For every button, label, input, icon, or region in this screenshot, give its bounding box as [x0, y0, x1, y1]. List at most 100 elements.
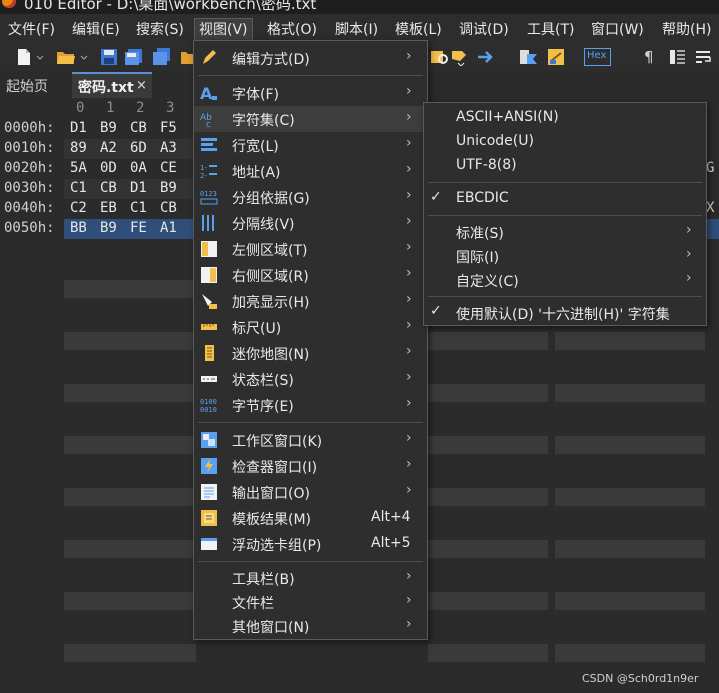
menu-item-minimap[interactable]: 迷你地图(N) › — [194, 340, 427, 366]
menu-file[interactable]: 文件(F) — [4, 18, 59, 42]
submenu-arrow-icon: › — [686, 222, 692, 238]
menu-item-workspace[interactable]: 工作区窗口(K) › — [194, 427, 427, 453]
hex-mode-button[interactable]: Hex — [584, 48, 611, 66]
columns-icon[interactable] — [669, 48, 687, 66]
empty-row-stripe — [64, 332, 196, 350]
menu-item-float-tabs[interactable]: 浮动选卡组(P) Alt+5 — [194, 531, 427, 557]
menu-item-other-windows[interactable]: 其他窗口(N) › — [194, 613, 427, 639]
hex-byte[interactable]: 0D — [100, 160, 117, 176]
hex-byte[interactable]: A3 — [160, 140, 177, 156]
find-icon[interactable] — [430, 48, 450, 66]
hex-row[interactable]: C1 CB D1 B9 — [64, 179, 196, 199]
menu-item-byte-order[interactable]: 0100 0010 字节序(E) › — [194, 392, 427, 418]
menu-item-label: 检查器窗口(I) — [232, 460, 318, 476]
menu-item-statusbar[interactable]: 状态栏(S) › — [194, 366, 427, 392]
hex-byte[interactable]: A2 — [100, 140, 117, 156]
hex-row[interactable]: 89 A2 6D A3 — [64, 139, 196, 159]
save-all-icon[interactable] — [152, 48, 172, 66]
hex-byte[interactable]: A1 — [160, 220, 177, 236]
menu-format[interactable]: 格式(O) — [263, 18, 321, 42]
menu-item-line-width[interactable]: 行宽(L) › — [194, 132, 427, 158]
menu-window[interactable]: 窗口(W) — [587, 18, 648, 42]
hex-byte[interactable]: 0A — [130, 160, 147, 176]
goto-arrow-icon[interactable] — [476, 48, 496, 66]
hex-byte[interactable]: 89 — [70, 140, 87, 156]
hex-byte[interactable]: C1 — [130, 200, 147, 216]
folder-icon[interactable] — [180, 48, 194, 66]
script-icon[interactable] — [547, 48, 567, 66]
tab-start-page[interactable]: 起始页 — [6, 76, 48, 96]
menu-item-group-by[interactable]: 0123 分组依据(G) › — [194, 184, 427, 210]
hex-byte[interactable]: F5 — [160, 120, 177, 136]
hex-byte[interactable]: CB — [100, 180, 117, 196]
menu-item-font[interactable]: A 字体(F) › — [194, 80, 427, 106]
menu-item-highlight[interactable]: 加亮显示(H) › — [194, 288, 427, 314]
new-file-icon[interactable] — [16, 48, 32, 66]
menu-item-charset[interactable]: Ab c 字符集(C) › — [194, 106, 427, 132]
menu-item-left-area[interactable]: 左侧区域(T) › — [194, 236, 427, 262]
menu-help[interactable]: 帮助(H) — [658, 18, 715, 42]
charset-item-use-default[interactable]: ✓ 使用默认(D) '十六进制(H)' 字符集 — [424, 301, 706, 325]
menu-item-address[interactable]: 1- 2- 地址(A) › — [194, 158, 427, 184]
dropdown-arrow-icon[interactable] — [36, 48, 44, 66]
menu-item-right-area[interactable]: 右侧区域(R) › — [194, 262, 427, 288]
menu-edit[interactable]: 编辑(E) — [68, 18, 124, 42]
hex-byte[interactable]: CE — [160, 160, 177, 176]
menu-search[interactable]: 搜索(S) — [132, 18, 188, 42]
submenu-arrow-icon: › — [406, 109, 412, 125]
save-icon[interactable] — [100, 48, 118, 66]
menu-item-template-results[interactable]: 模板结果(M) Alt+4 — [194, 505, 427, 531]
hex-byte[interactable]: CB — [130, 120, 147, 136]
menu-template[interactable]: 模板(L) — [391, 18, 446, 42]
charset-item-custom[interactable]: 自定义(C) › — [424, 268, 706, 292]
hex-byte[interactable]: EB — [100, 200, 117, 216]
menu-item-dividers[interactable]: 分隔线(V) › — [194, 210, 427, 236]
menu-view[interactable]: 视图(V) — [194, 18, 253, 42]
dropdown-arrow-icon[interactable] — [80, 48, 88, 66]
hex-row[interactable]: 5A 0D 0A CE — [64, 159, 196, 179]
save-as-icon[interactable] — [124, 48, 144, 66]
hex-byte[interactable]: C1 — [70, 180, 87, 196]
tab-file[interactable]: 密码.txt × — [72, 72, 152, 98]
charset-item-ebcdic[interactable]: ✓ EBCDIC — [424, 187, 706, 211]
menu-item-output[interactable]: 输出窗口(O) › — [194, 479, 427, 505]
menu-script[interactable]: 脚本(I) — [331, 18, 382, 42]
hex-row[interactable]: C2 EB C1 CB — [64, 199, 196, 219]
charset-item-international[interactable]: 国际(I) › — [424, 244, 706, 268]
hex-byte[interactable]: D1 — [70, 120, 87, 136]
menu-item-toolbars[interactable]: 工具栏(B) › — [194, 565, 427, 591]
hex-byte[interactable]: BB — [70, 220, 87, 236]
hex-byte[interactable]: B9 — [160, 180, 177, 196]
hex-byte[interactable]: B9 — [100, 220, 117, 236]
charset-item-unicode[interactable]: Unicode(U) — [424, 130, 706, 154]
replace-icon[interactable] — [450, 48, 470, 66]
menu-item-file-bar[interactable]: 文件栏 › — [194, 589, 427, 615]
charset-item-utf8[interactable]: UTF-8(8) — [424, 154, 706, 178]
menu-debug[interactable]: 调试(D) — [455, 18, 513, 42]
font-icon: A — [200, 84, 217, 102]
hex-byte[interactable]: D1 — [130, 180, 147, 196]
hex-byte[interactable]: B9 — [100, 120, 117, 136]
divider-icon — [202, 215, 214, 231]
word-wrap-icon[interactable] — [695, 48, 715, 66]
submenu-arrow-icon: › — [406, 265, 412, 281]
charset-item-ascii[interactable]: ASCII+ANSI(N) — [424, 106, 706, 130]
tab-close-icon[interactable]: × — [136, 78, 147, 93]
empty-row-stripe — [428, 384, 548, 402]
compare-icon[interactable] — [519, 48, 539, 66]
hex-byte[interactable]: 6D — [130, 140, 147, 156]
hex-byte[interactable]: FE — [130, 220, 147, 236]
menu-tools[interactable]: 工具(T) — [523, 18, 578, 42]
menu-separator — [198, 75, 423, 76]
hex-byte[interactable]: CB — [160, 200, 177, 216]
hex-byte[interactable]: 5A — [70, 160, 87, 176]
hex-row-selected[interactable]: BB B9 FE A1 — [64, 219, 196, 239]
hex-byte[interactable]: C2 — [70, 200, 87, 216]
charset-item-standard[interactable]: 标准(S) › — [424, 220, 706, 244]
menu-item-inspector[interactable]: 检查器窗口(I) › — [194, 453, 427, 479]
pilcrow-icon[interactable]: ¶ — [644, 48, 656, 66]
menu-item-ruler[interactable]: 标尺(U) › — [194, 314, 427, 340]
hex-row[interactable]: D1 B9 CB F5 — [64, 119, 196, 139]
menu-item-edit-mode[interactable]: 编辑方式(D) › — [194, 45, 427, 71]
open-folder-icon[interactable] — [56, 48, 76, 66]
